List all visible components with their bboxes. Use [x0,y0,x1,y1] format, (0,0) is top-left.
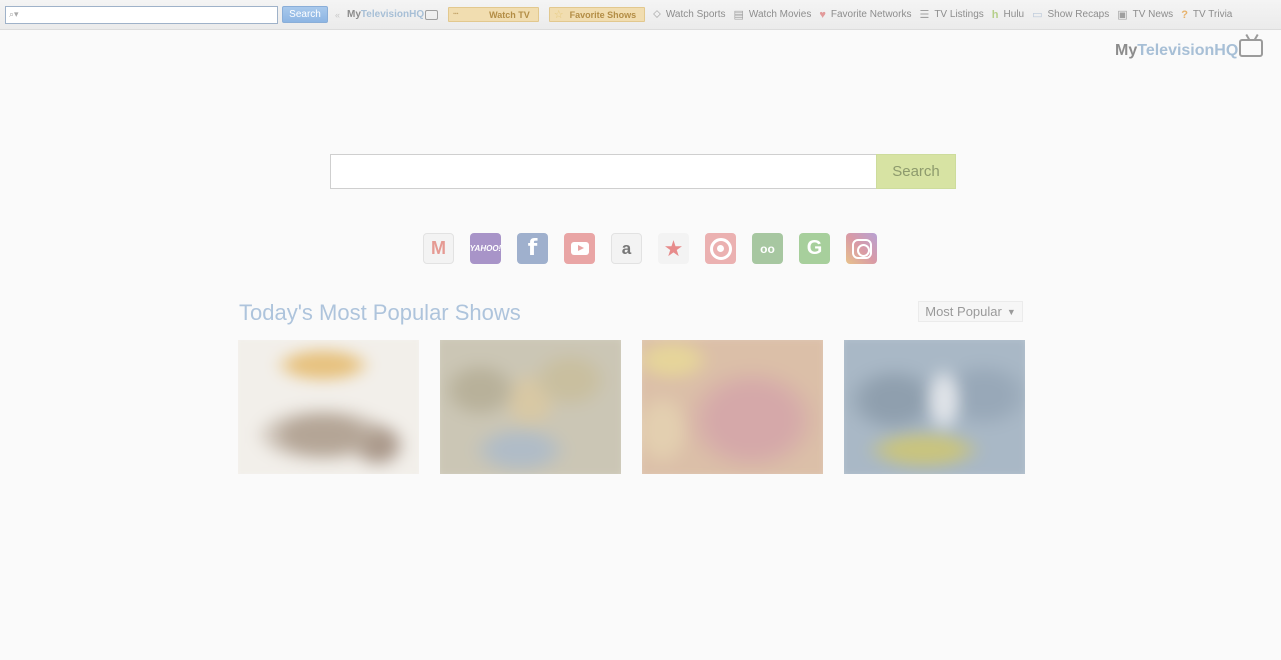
search-icon: ⌕▾ [9,9,19,19]
show-thumbnail[interactable] [238,340,419,474]
list-icon: ☰ [919,9,930,21]
toolbar-link-tv-listings[interactable]: ☰ TV Listings [919,8,983,21]
show-thumbnail-image [238,340,419,474]
toolbar-logo[interactable]: My Television HQ [347,9,439,20]
show-thumbnail-image [440,340,621,474]
toolbar-link-tv-trivia[interactable]: ? TV Trivia [1181,9,1232,21]
favorite-shows-button[interactable]: ☆ Favorite Shows [548,7,646,22]
grammarly-link[interactable]: G [799,233,830,264]
newspaper-icon: ▣ [1117,9,1128,21]
toolbar-link-label: Watch Sports [665,9,726,20]
toolbar-link-watch-sports[interactable]: ⬦ Watch Sports [653,8,725,21]
star-icon: ☆ [553,9,564,21]
toolbar-link-label: Hulu [1003,9,1025,20]
brand-part-my: My [1115,42,1138,59]
youtube-icon [570,242,589,255]
chat-bubble-icon: ▭ [1032,9,1043,21]
yahoo-icon: YAHOO! [469,244,502,253]
toolbar-search-button[interactable]: Search [282,6,328,23]
facebook-link[interactable]: f [517,233,548,264]
toolbar-link-label: TV Listings [934,9,984,20]
yahoo-link[interactable]: YAHOO! [470,233,501,264]
show-thumbnail[interactable] [440,340,621,474]
show-thumbnail-image [642,340,823,474]
tv-icon [1239,39,1264,57]
grammarly-icon: G [806,237,823,259]
show-thumbnail[interactable] [844,340,1025,474]
tripadvisor-owl-icon: oo [760,241,775,256]
logo-part-television: Television [360,9,410,20]
show-list [238,340,1025,474]
youtube-link[interactable] [564,233,595,264]
watch-tv-label: Watch TV [489,9,530,20]
toolbar-link-tv-news[interactable]: ▣ TV News [1117,8,1173,21]
tv-icon [425,9,439,20]
heart-icon: ♥ [819,8,826,21]
question-mark-icon: ? [1181,8,1188,21]
toolbar-link-label: Show Recaps [1047,9,1110,20]
toolbar-link-label: Watch Movies [748,9,812,20]
toolbar-link-watch-movies[interactable]: ▤ Watch Movies [734,8,812,21]
logo-part-my: My [347,9,361,20]
triangle-down-icon: ▼ [1006,306,1016,317]
star-icon: ★ [663,235,684,261]
quick-links-bar: M YAHOO! f a ★ oo G [423,233,877,264]
gmail-icon: M [431,238,446,258]
brand-part-television: Television [1137,42,1215,59]
sort-dropdown[interactable]: Most Popular ▼ [918,301,1023,322]
tripadvisor-link[interactable]: oo [752,233,783,264]
sort-dropdown-label: Most Popular [925,304,1002,319]
toolbar-link-label: TV Trivia [1192,9,1233,20]
amazon-icon: a [621,238,632,258]
favorite-shows-label: Favorite Shows [569,9,637,20]
toolbar-link-hulu[interactable]: h Hulu [992,9,1024,21]
favorites-link[interactable]: ★ [658,233,689,264]
toolbar-link-label: Favorite Networks [830,9,912,20]
logo-part-hq: HQ [409,9,425,20]
main-search-bar: Search [330,154,956,189]
show-thumbnail[interactable] [642,340,823,474]
toolbar-search-input[interactable] [22,7,277,22]
brand-part-hq: HQ [1214,42,1239,59]
hulu-icon: h [991,8,999,21]
show-thumbnail-image [844,340,1025,474]
instagram-link[interactable] [846,233,877,264]
browser-toolbar: ⌕▾ Search « My Television HQ ▪▪▪ Watch TV … [0,0,1281,30]
watch-tv-badge-icon: ▪▪▪ [453,11,459,17]
toolbar-search-box[interactable]: ⌕▾ [5,5,278,24]
main-search-input[interactable] [330,154,876,189]
toolbar-separator: « [335,9,341,20]
toolbar-link-show-recaps[interactable]: ▭ Show Recaps [1032,8,1109,21]
target-link[interactable] [705,233,736,264]
watch-tv-button[interactable]: ▪▪▪ Watch TV [448,7,539,22]
instagram-icon [851,238,872,259]
film-icon: ▤ [733,9,744,21]
tag-icon: ⬦ [653,8,661,20]
facebook-icon: f [527,236,538,261]
toolbar-link-label: TV News [1132,9,1174,20]
main-search-button[interactable]: Search [876,154,956,189]
toolbar-link-favorite-networks[interactable]: ♥ Favorite Networks [819,9,911,21]
section-title: Today's Most Popular Shows [239,300,521,325]
gmail-link[interactable]: M [423,233,454,264]
amazon-link[interactable]: a [611,233,642,264]
brand-logo[interactable]: My Television HQ [1115,39,1264,60]
target-icon [709,237,732,260]
